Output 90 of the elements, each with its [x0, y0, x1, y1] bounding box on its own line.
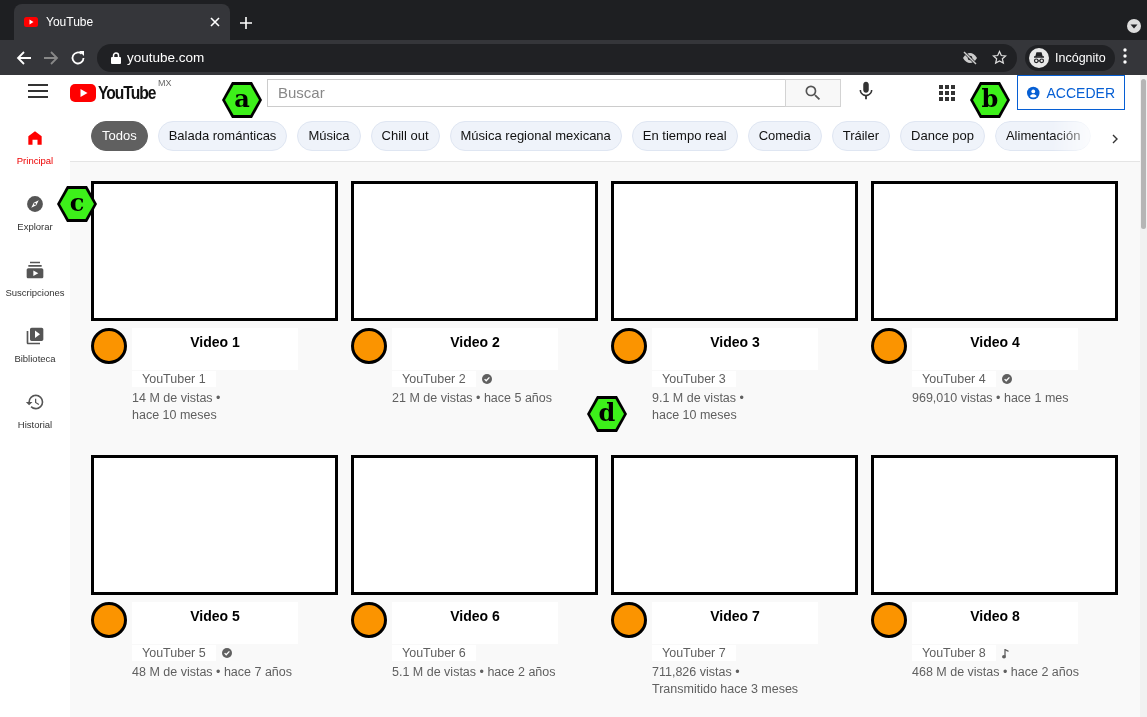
history-icon	[25, 392, 45, 412]
url-text: youtube.com	[127, 50, 206, 65]
channel-avatar[interactable]	[611, 328, 647, 364]
chevron-right-icon[interactable]	[1112, 134, 1118, 144]
channel-name[interactable]: YouTuber 4	[912, 371, 996, 387]
sidebar-item[interactable]: Historial	[17, 392, 53, 430]
video-meta: 969,010 vistas • hace 1 mes	[912, 390, 1069, 407]
verified-icon	[1001, 374, 1012, 384]
video-thumbnail[interactable]	[871, 181, 1118, 321]
filter-chip[interactable]: En tiempo real	[631, 120, 738, 151]
video-title[interactable]: Video 1	[132, 328, 298, 370]
address-bar[interactable]: youtube.com	[97, 43, 1017, 72]
new-tab-icon[interactable]	[240, 17, 252, 29]
channel-name[interactable]: YouTuber 3	[652, 371, 736, 387]
channel-avatar[interactable]	[351, 602, 387, 638]
sidebar-item[interactable]: Biblioteca	[14, 326, 56, 364]
channel-avatar[interactable]	[611, 602, 647, 638]
channel-name[interactable]: YouTuber 6	[392, 645, 476, 661]
search-button[interactable]	[785, 78, 841, 107]
filter-chip[interactable]: Alimentación	[994, 120, 1092, 151]
video-meta: 14 M de vistas • hace 10 meses	[132, 390, 221, 424]
more-icon[interactable]	[1123, 48, 1127, 64]
video-meta: 21 M de vistas • hace 5 años	[392, 390, 553, 407]
filter-chip[interactable]: Todos	[91, 120, 148, 151]
video-title[interactable]: Video 8	[912, 602, 1078, 644]
logo-text[interactable]: YouTube	[98, 81, 156, 104]
channel-name[interactable]: YouTuber 8	[912, 645, 996, 661]
filter-chip[interactable]: Comedia	[747, 120, 822, 151]
subscriptions-icon	[25, 260, 45, 280]
channel-name[interactable]: YouTuber 7	[652, 645, 736, 661]
video-thumbnail[interactable]	[351, 181, 598, 321]
video-title[interactable]: Video 5	[132, 602, 298, 644]
channel-avatar[interactable]	[871, 328, 907, 364]
menu-icon[interactable]	[28, 83, 48, 98]
filter-chip[interactable]: Chill out	[370, 120, 440, 151]
channel-avatar[interactable]	[91, 602, 127, 638]
close-icon[interactable]	[210, 17, 220, 27]
video-title[interactable]: Video 4	[912, 328, 1078, 370]
video-thumbnail[interactable]	[871, 455, 1118, 595]
channel-name[interactable]: YouTuber 2	[392, 371, 476, 387]
sidebar-item[interactable]: Suscripciones	[5, 260, 65, 298]
video-thumbnail[interactable]	[91, 181, 338, 321]
lock-icon	[111, 51, 121, 64]
favicon-icon	[24, 17, 38, 27]
video-thumbnail[interactable]	[611, 455, 858, 595]
search-field[interactable]: Buscar	[267, 78, 785, 107]
video-meta: 711,826 vistas • Transmitido hace 3 meses	[652, 664, 799, 698]
eye-off-icon[interactable]	[962, 50, 978, 65]
verified-icon	[481, 374, 492, 384]
filter-chip[interactable]: Dance pop	[900, 120, 985, 151]
channel-name[interactable]: YouTuber 1	[132, 371, 216, 387]
scrollbar[interactable]	[1140, 75, 1147, 717]
dropdown-icon[interactable]	[1127, 19, 1141, 33]
video-meta: 48 M de vistas • hace 7 años	[132, 664, 293, 681]
filter-chip[interactable]: Música	[297, 120, 361, 151]
reload-icon[interactable]	[70, 49, 86, 66]
channel-avatar[interactable]	[91, 328, 127, 364]
channel-avatar[interactable]	[351, 328, 387, 364]
video-title[interactable]: Video 6	[392, 602, 558, 644]
logo-icon[interactable]	[70, 83, 96, 102]
region-code: MX	[158, 77, 172, 88]
back-icon[interactable]	[16, 49, 32, 66]
sidebar-item[interactable]: Explorar	[17, 194, 53, 232]
music-note-icon	[1001, 647, 1009, 659]
filter-chip[interactable]: Tráiler	[831, 120, 891, 151]
compass-icon	[25, 194, 45, 214]
video-title[interactable]: Video 3	[652, 328, 818, 370]
video-meta: 468 M de vistas • hace 2 años	[912, 664, 1079, 681]
filter-chip[interactable]: Música regional mexicana	[449, 120, 622, 151]
sign-in-button[interactable]: ACCEDER	[1017, 75, 1125, 110]
filter-chip[interactable]: Balada románticas	[157, 120, 288, 151]
library-icon	[25, 326, 45, 346]
browser-tab[interactable]: YouTube	[14, 4, 230, 40]
apps-icon[interactable]	[939, 84, 955, 101]
channel-name[interactable]: YouTuber 5	[132, 645, 216, 661]
video-meta: 9.1 M de vistas • hace 10 meses	[652, 390, 744, 424]
forward-icon[interactable]	[43, 49, 59, 66]
star-icon[interactable]	[992, 50, 1007, 65]
video-title[interactable]: Video 2	[392, 328, 558, 370]
video-thumbnail[interactable]	[91, 455, 338, 595]
video-meta: 5.1 M de vistas • hace 2 años	[392, 664, 556, 681]
sidebar-item[interactable]: Principal	[16, 128, 54, 166]
annotation-marker: d	[587, 396, 627, 432]
video-title[interactable]: Video 7	[652, 602, 818, 644]
channel-avatar[interactable]	[871, 602, 907, 638]
video-thumbnail[interactable]	[611, 181, 858, 321]
incognito-icon	[1029, 47, 1049, 68]
video-thumbnail[interactable]	[351, 455, 598, 595]
incognito-button[interactable]: Incógnito	[1025, 44, 1115, 71]
verified-icon	[221, 648, 232, 658]
